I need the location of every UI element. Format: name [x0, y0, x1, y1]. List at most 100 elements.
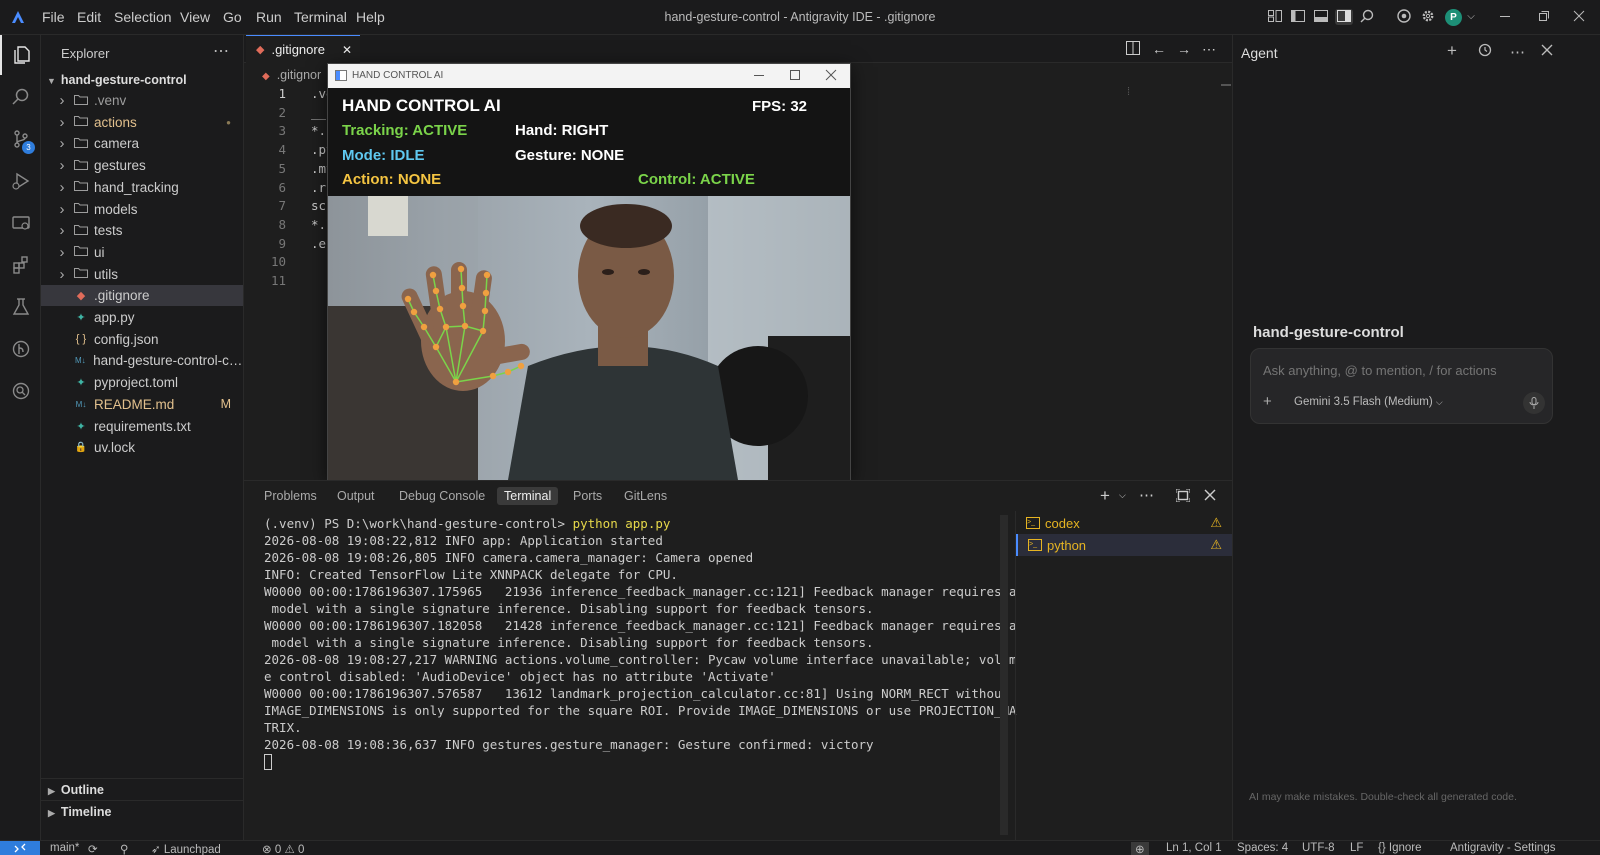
run-debug-icon[interactable]: [0, 161, 41, 201]
close-icon[interactable]: [825, 69, 837, 84]
gitlens-inspect-icon[interactable]: [0, 371, 41, 411]
tab-problems[interactable]: Problems: [264, 489, 317, 503]
folder-item[interactable]: › utils: [41, 264, 243, 285]
gitlens-icon[interactable]: [0, 329, 41, 369]
line-endings[interactable]: LF: [1350, 842, 1363, 854]
explorer-icon[interactable]: [0, 35, 41, 75]
avatar[interactable]: P: [1445, 9, 1462, 26]
folder-item[interactable]: › gestures: [41, 155, 243, 176]
menu-edit[interactable]: Edit: [77, 9, 101, 25]
tab-ports[interactable]: Ports: [573, 489, 602, 503]
graph-icon[interactable]: ⚲: [120, 842, 128, 855]
menu-help[interactable]: Help: [356, 9, 385, 25]
arrow-right-icon[interactable]: →: [1177, 41, 1191, 57]
minimize-icon[interactable]: [1496, 9, 1514, 25]
file-item[interactable]: ✦ app.py: [41, 307, 243, 328]
folder-item[interactable]: › .venv: [41, 90, 243, 111]
tab-output[interactable]: Output: [337, 489, 375, 503]
language-mode[interactable]: {} Ignore: [1378, 842, 1422, 854]
chevron-down-icon[interactable]: ⌵: [1119, 490, 1126, 501]
indentation[interactable]: Spaces: 4: [1237, 842, 1288, 854]
search-icon[interactable]: [1358, 9, 1376, 25]
tab-terminal[interactable]: Terminal: [497, 487, 559, 505]
toggle-secondary-sidebar-icon[interactable]: [1335, 9, 1353, 25]
remote-explorer-icon[interactable]: [0, 203, 41, 243]
folder-item[interactable]: › actions ●: [41, 112, 243, 133]
file-item[interactable]: { } config.json: [41, 329, 243, 350]
add-context-plus-icon[interactable]: +: [1263, 393, 1272, 410]
file-item[interactable]: M↓ README.md M: [41, 394, 243, 415]
file-item[interactable]: ◆ .gitignore: [41, 285, 243, 307]
extensions-icon[interactable]: [0, 245, 41, 285]
maximize-icon[interactable]: [789, 69, 801, 84]
toggle-panel-icon[interactable]: [1312, 9, 1330, 25]
settings-gear-icon[interactable]: [1419, 9, 1437, 25]
split-editor-icon[interactable]: [1126, 41, 1140, 58]
more-actions-icon[interactable]: ⋯: [1510, 43, 1525, 61]
minimize-icon[interactable]: [753, 69, 765, 84]
more-actions-icon[interactable]: ⋯: [213, 41, 229, 61]
chrome-icon[interactable]: [1395, 9, 1413, 25]
close-panel-icon[interactable]: [1204, 489, 1216, 504]
history-icon[interactable]: [1478, 43, 1492, 61]
close-icon[interactable]: [1570, 9, 1588, 25]
menu-file[interactable]: File: [42, 9, 65, 25]
hand-control-title-bar[interactable]: HAND CONTROL AI: [328, 64, 850, 88]
file-item[interactable]: ✦ pyproject.toml: [41, 372, 243, 393]
encoding[interactable]: UTF-8: [1302, 842, 1335, 854]
menu-run[interactable]: Run: [256, 9, 282, 25]
customize-layout-icon[interactable]: [1266, 9, 1284, 25]
terminal-output[interactable]: (.venv) PS D:\work\hand-gesture-control>…: [264, 515, 1017, 770]
more-actions-icon[interactable]: ⋯: [1202, 41, 1216, 58]
arrow-left-icon[interactable]: ←: [1152, 41, 1166, 57]
zoom-icon[interactable]: ⊕: [1131, 842, 1149, 855]
menu-view[interactable]: View: [180, 9, 210, 25]
code-line[interactable]: __: [311, 105, 326, 120]
maximize-panel-icon[interactable]: [1175, 488, 1191, 505]
folder-item[interactable]: › camera: [41, 133, 243, 154]
breadcrumb[interactable]: ◆ .gitignor: [262, 68, 321, 82]
folder-item[interactable]: › models: [41, 199, 243, 220]
sync-icon[interactable]: ⟳: [88, 842, 98, 855]
terminal-item-python[interactable]: >_ python ⚠: [1016, 534, 1232, 556]
tab-debug-console[interactable]: Debug Console: [399, 489, 485, 503]
testing-flask-icon[interactable]: [0, 287, 41, 327]
microphone-icon[interactable]: [1523, 392, 1545, 414]
launchpad-button[interactable]: ➶ Launchpad: [151, 842, 221, 855]
file-item[interactable]: 🔒 uv.lock: [41, 437, 243, 458]
file-item[interactable]: M↓ hand-gesture-control-co...: [41, 350, 243, 371]
outline-section[interactable]: ▶ Outline: [41, 778, 243, 800]
file-item[interactable]: ✦ requirements.txt: [41, 416, 243, 437]
search-icon[interactable]: [0, 77, 41, 117]
close-icon[interactable]: [1541, 43, 1553, 60]
timeline-section[interactable]: ▶ Timeline: [41, 800, 243, 822]
model-selector[interactable]: Gemini 3.5 Flash (Medium) ⌵: [1294, 396, 1443, 408]
new-chat-plus-icon[interactable]: +: [1447, 41, 1457, 61]
hand-control-window[interactable]: HAND CONTROL AI HAND CONTROL AI FPS: 32 …: [327, 63, 851, 480]
remote-indicator-icon[interactable]: [0, 841, 40, 855]
more-actions-icon[interactable]: ⋯: [1139, 486, 1154, 504]
tab-gitignore[interactable]: ◆ .gitignore ✕: [246, 35, 360, 63]
folder-item[interactable]: › hand_tracking: [41, 177, 243, 198]
menu-selection[interactable]: Selection: [114, 9, 172, 25]
terminal-item-codex[interactable]: >_ codex ⚠: [1016, 512, 1232, 534]
workspace-root[interactable]: ▼ hand-gesture-control: [47, 73, 187, 87]
tab-gitlens[interactable]: GitLens: [624, 489, 667, 503]
cursor-position[interactable]: Ln 1, Col 1: [1166, 842, 1222, 854]
branch-indicator[interactable]: main*: [50, 842, 79, 854]
menu-go[interactable]: Go: [223, 9, 242, 25]
account-chevron-down-icon[interactable]: ⌵: [1462, 9, 1480, 25]
close-tab-icon[interactable]: ✕: [342, 43, 352, 57]
code-line[interactable]: sc: [311, 198, 326, 213]
agent-chat-input[interactable]: [1263, 363, 1528, 378]
source-control-icon[interactable]: 3: [0, 119, 41, 159]
menu-terminal[interactable]: Terminal: [294, 9, 347, 25]
terminal-scrollbar[interactable]: [1000, 515, 1008, 835]
problems-indicator[interactable]: ⊗ 0 ⚠ 0: [262, 842, 304, 855]
new-terminal-plus-icon[interactable]: +: [1100, 486, 1110, 506]
toggle-sidebar-icon[interactable]: [1289, 9, 1307, 25]
folder-item[interactable]: › tests: [41, 220, 243, 241]
restore-icon[interactable]: [1534, 9, 1552, 25]
folder-item[interactable]: › ui: [41, 242, 243, 263]
settings-status[interactable]: Antigravity - Settings: [1450, 842, 1555, 854]
